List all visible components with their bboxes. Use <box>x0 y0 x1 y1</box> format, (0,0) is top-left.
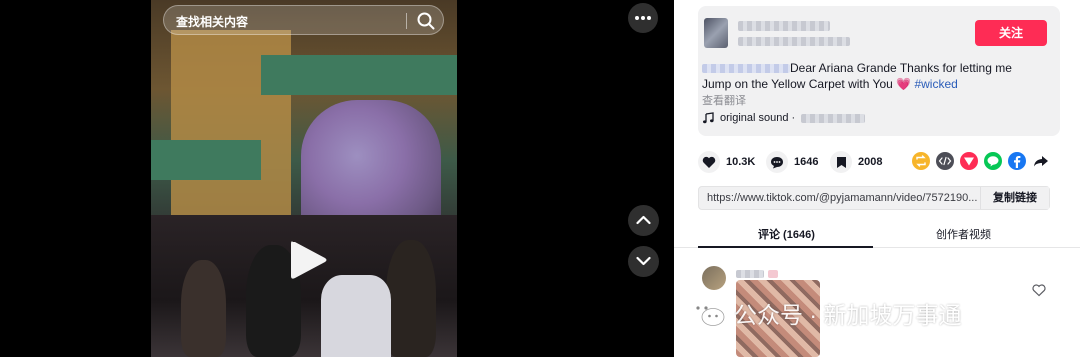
chevron-up-icon <box>636 215 651 225</box>
chevron-down-icon <box>636 256 651 266</box>
video-link-box: https://www.tiktok.com/@pyjamamann/video… <box>698 186 1050 210</box>
play-icon[interactable] <box>287 238 329 282</box>
video-awning <box>151 140 261 180</box>
translate-link[interactable]: 查看翻译 <box>702 92 746 108</box>
save-stat[interactable]: 2008 <box>830 150 882 174</box>
commenter-name-blurred[interactable] <box>736 270 764 278</box>
next-video-button[interactable] <box>628 246 659 277</box>
comment-icon <box>771 156 783 168</box>
comment-stat[interactable]: 1646 <box>766 150 818 174</box>
send-icon[interactable] <box>960 152 978 170</box>
author-name-blurred[interactable] <box>738 21 830 31</box>
video-person <box>181 260 226 357</box>
active-tab-indicator <box>698 246 873 248</box>
search-input[interactable]: 查找相关内容 <box>176 13 248 30</box>
share-arrow-icon[interactable] <box>1032 152 1050 170</box>
video-player[interactable] <box>151 0 457 357</box>
like-button[interactable] <box>698 151 720 173</box>
embed-icon[interactable] <box>936 152 954 170</box>
sound-author-blurred <box>801 113 866 123</box>
dot-icon <box>635 16 639 20</box>
comment-like-icon[interactable] <box>1032 284 1046 297</box>
repost-icon[interactable] <box>912 152 930 170</box>
sound-link[interactable]: original sound · <box>702 112 866 124</box>
previous-video-button[interactable] <box>628 205 659 236</box>
save-button[interactable] <box>830 151 852 173</box>
tab-bar: 评论 (1646) 创作者视频 <box>674 220 1080 248</box>
video-dress <box>321 275 391 357</box>
author-handle-blurred <box>738 37 850 46</box>
video-area: 查找相关内容 <box>0 0 674 357</box>
tab-comments[interactable]: 评论 (1646) <box>758 226 815 242</box>
search-bar[interactable]: 查找相关内容 <box>163 5 444 35</box>
wechat-logo-icon <box>690 300 725 326</box>
more-options-button[interactable] <box>628 3 658 33</box>
post-description: Dear Ariana Grande Thanks for letting me… <box>702 60 1042 92</box>
sound-label: original sound · <box>720 112 796 124</box>
dot-icon <box>641 16 645 20</box>
like-count: 10.3K <box>726 156 756 168</box>
line-icon[interactable] <box>984 152 1002 170</box>
comment-button[interactable] <box>766 151 788 173</box>
save-count: 2008 <box>858 156 883 168</box>
copy-link-button[interactable]: 复制链接 <box>980 187 1049 209</box>
search-divider <box>406 13 407 29</box>
search-icon[interactable] <box>416 11 436 31</box>
author-avatar[interactable] <box>704 18 728 48</box>
commenter-avatar[interactable] <box>702 266 726 290</box>
commenter-badge-blurred <box>768 270 778 278</box>
like-stat[interactable]: 10.3K <box>698 150 755 174</box>
bookmark-icon <box>836 156 846 168</box>
facebook-icon[interactable] <box>1008 152 1026 170</box>
video-link-url[interactable]: https://www.tiktok.com/@pyjamamann/video… <box>707 192 977 204</box>
heart-emoji: 💗 <box>896 77 912 91</box>
follow-button[interactable]: 关注 <box>975 20 1047 46</box>
watermark-text: 公众号 · 新加坡万事通 <box>734 302 962 328</box>
heart-icon <box>702 156 716 168</box>
hashtag-link[interactable]: #wicked <box>914 77 957 91</box>
tab-creator-videos[interactable]: 创作者视频 <box>936 226 991 242</box>
post-info-card: 关注 Dear Ariana Grande Thanks for letting… <box>698 6 1060 136</box>
comment-count: 1646 <box>794 156 819 168</box>
dot-icon <box>647 16 651 20</box>
video-person <box>386 240 436 357</box>
watermark: 公众号 · 新加坡万事通 <box>688 296 961 330</box>
mention-blurred[interactable] <box>702 64 790 74</box>
engagement-bar: 10.3K 1646 2008 <box>698 150 1060 174</box>
video-awning-upper <box>261 55 457 95</box>
music-note-icon <box>703 112 714 124</box>
